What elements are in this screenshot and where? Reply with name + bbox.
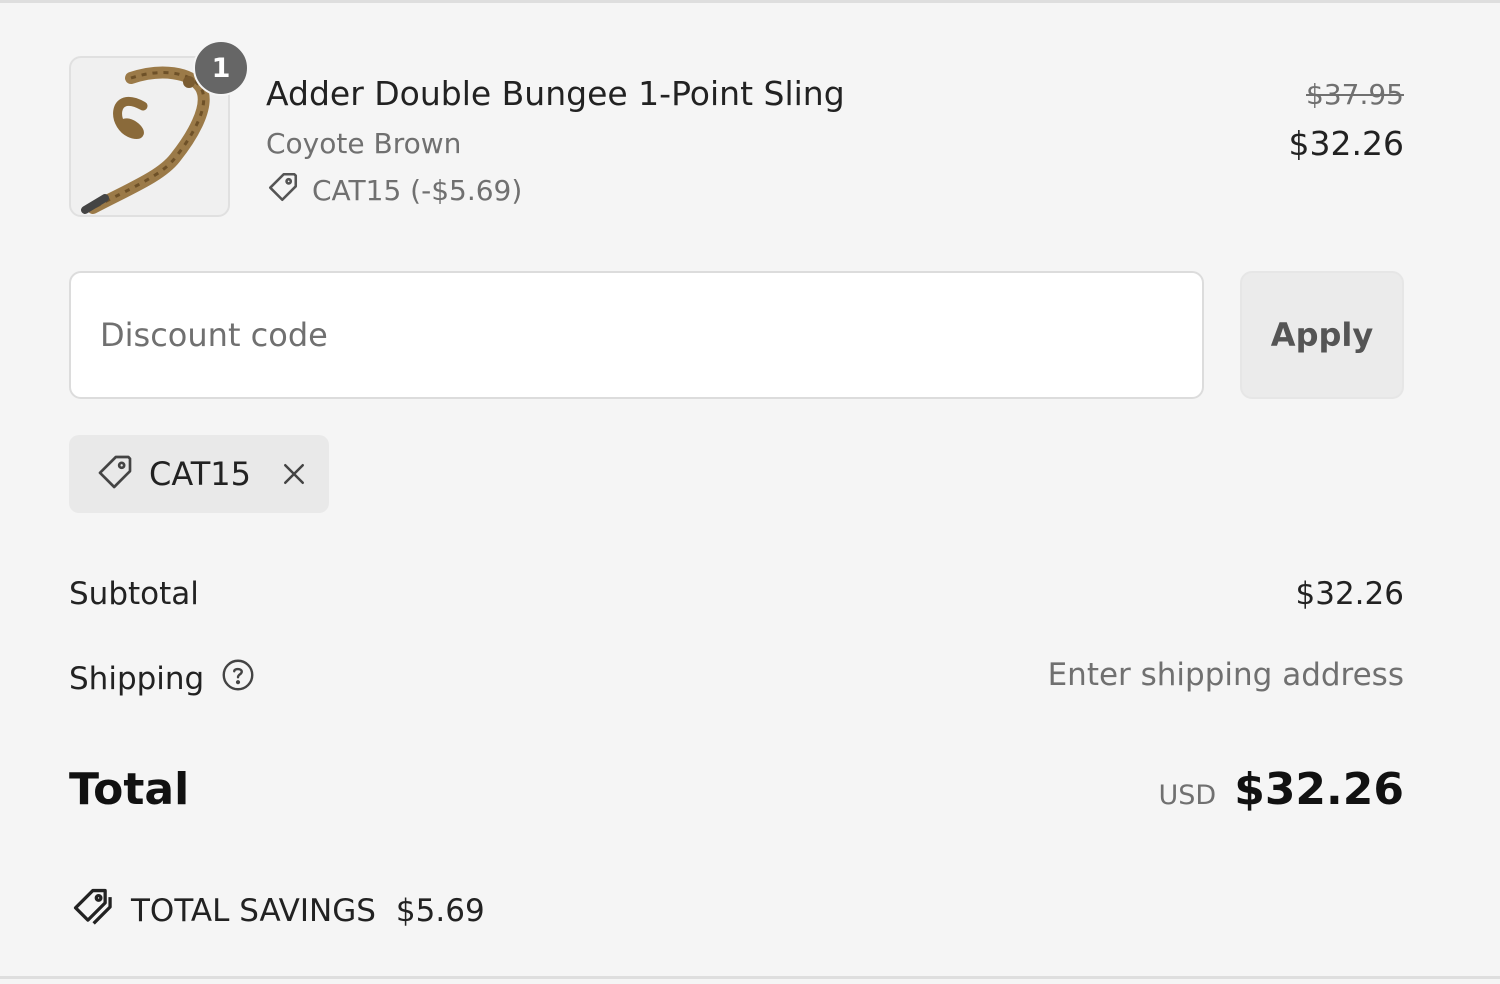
- line-item-discount-text: CAT15 (-$5.69): [312, 174, 523, 207]
- total-label: Total: [69, 764, 190, 815]
- help-circle-icon[interactable]: [220, 657, 256, 701]
- product-variant: Coyote Brown: [266, 127, 462, 160]
- currency-code: USD: [1158, 780, 1217, 811]
- total-savings: TOTAL SAVINGS $5.69: [69, 887, 485, 935]
- shipping-value: Enter shipping address: [1047, 657, 1404, 693]
- total-value: $32.26: [1234, 764, 1404, 815]
- item-price: $32.26: [1288, 124, 1404, 163]
- subtotal-label: Subtotal: [69, 576, 199, 612]
- tag-icon: [266, 170, 300, 211]
- savings-label: TOTAL SAVINGS: [131, 893, 376, 929]
- remove-discount-close-icon[interactable]: [279, 459, 309, 489]
- savings-tags-icon: [69, 887, 115, 935]
- bottom-divider: [0, 976, 1500, 979]
- quantity-badge: 1: [193, 40, 249, 96]
- discount-code-input[interactable]: [69, 271, 1204, 399]
- apply-discount-button[interactable]: Apply: [1240, 271, 1404, 399]
- product-name: Adder Double Bungee 1-Point Sling: [266, 74, 845, 113]
- shipping-label: Shipping: [69, 661, 205, 697]
- shipping-row-label: Shipping: [69, 657, 256, 701]
- applied-discount-code: CAT15: [149, 455, 252, 493]
- original-price: $37.95: [1306, 78, 1404, 111]
- total-amount: USD $32.26: [1159, 764, 1405, 815]
- savings-value: $5.69: [395, 893, 485, 929]
- line-item-discount: CAT15 (-$5.69): [266, 170, 522, 211]
- top-divider: [0, 0, 1500, 3]
- applied-discount-tag: CAT15: [69, 435, 329, 513]
- subtotal-value: $32.26: [1295, 576, 1404, 612]
- tag-icon: [95, 452, 135, 496]
